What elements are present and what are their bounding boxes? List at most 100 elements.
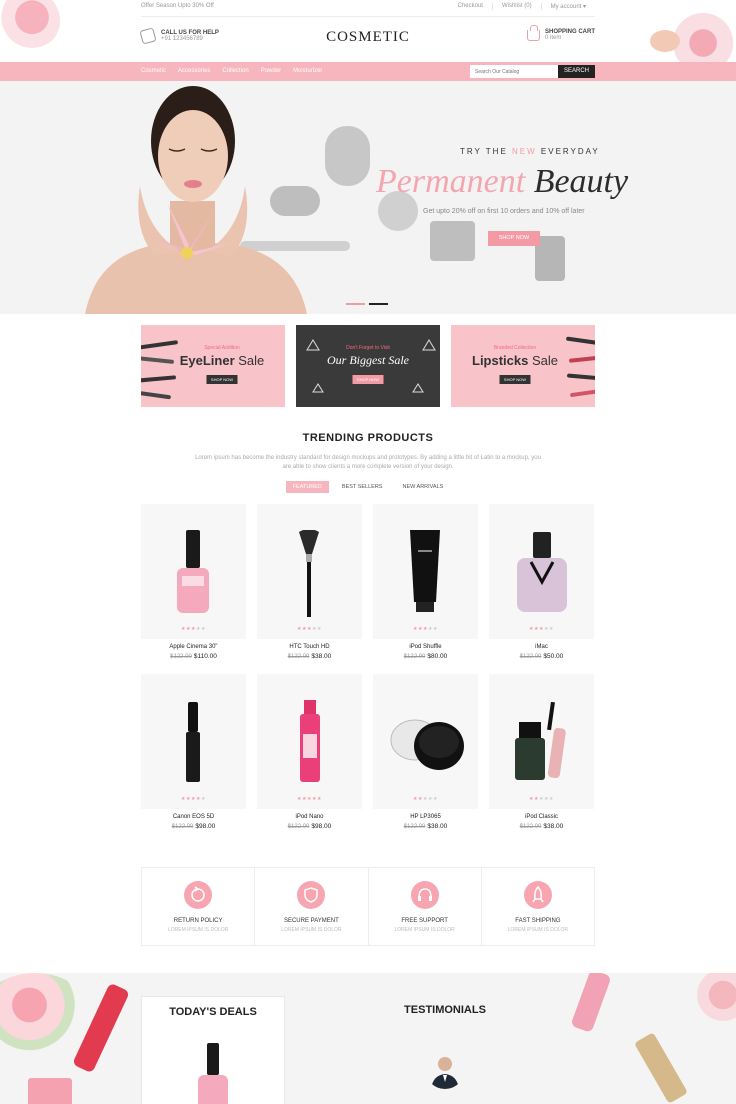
product-image[interactable]: ★★★★★ (257, 504, 362, 639)
tab-featured[interactable]: FEATURED (285, 481, 329, 493)
promo-banner-eyeliner[interactable]: Special Addition EyeLiner Sale SHOP NOW (141, 325, 285, 407)
banner-title-sale: Sale (238, 353, 265, 368)
header: CALL US FOR HELP +91 123456789 COSMETIC … (0, 17, 736, 62)
product-name[interactable]: HP LP3065 (373, 814, 478, 820)
product-image[interactable]: ★★★★★ (141, 504, 246, 639)
perfume-bottle-image (517, 532, 567, 612)
promo-banner-biggest-sale[interactable]: Don't Forget to Visit Our Biggest Sale S… (296, 325, 440, 407)
product-image[interactable]: ★★★★★ (489, 674, 594, 809)
product-card[interactable]: ★★★★★ Apple Cinema 30" $122.00 $110.00 (141, 504, 246, 660)
shopping-cart[interactable]: SHOPPING CART 0 item (527, 24, 595, 41)
old-price: $122.00 (287, 654, 310, 660)
eyeliner-decoration (141, 375, 177, 383)
triangle-decoration (412, 383, 424, 393)
my-account-link[interactable]: My account ▾ (540, 3, 595, 10)
product-price: $122.00 $98.00 (141, 823, 246, 830)
hero-kicker: TRY THE NEW EVERYDAY (460, 147, 600, 156)
tab-best-sellers[interactable]: BEST SELLERS (335, 481, 390, 493)
hero-model-image (85, 86, 307, 314)
product-tabs: FEATURED BEST SELLERS NEW ARRIVALS (0, 481, 736, 493)
product-name[interactable]: HTC Touch HD (257, 644, 362, 650)
product-name[interactable]: iPod Shuffle (373, 644, 478, 650)
brush-decoration-right (633, 1032, 689, 1104)
old-price: $122.00 (519, 654, 542, 660)
banner-kicker: Don't Forget to Visit (346, 345, 390, 351)
slider-dot[interactable] (346, 303, 365, 305)
product-image[interactable]: ★★★★★ (373, 504, 478, 639)
promo-banner-lipsticks[interactable]: Branded Collection Lipsticks Sale SHOP N… (451, 325, 595, 407)
todays-deals-title: TODAY'S DEALS (169, 1006, 257, 1018)
nav-item-collection[interactable]: Collection (222, 68, 248, 74)
product-name[interactable]: Apple Cinema 30" (141, 644, 246, 650)
feature-title: FREE SUPPORT (401, 918, 448, 924)
old-price: $122.00 (287, 824, 310, 830)
flower-decoration-bottom-right (690, 973, 736, 1028)
feature-free-support: FREE SUPPORT LOREM IPSUM IS DOLOR (367, 868, 481, 945)
hero-headline-b: Beauty (533, 163, 629, 200)
current-price: $110.00 (193, 653, 217, 660)
product-card[interactable]: ★★★★★ iPod Shuffle $122.00 $80.00 (373, 504, 478, 660)
banner-shop-now-button[interactable]: SHOP NOW (206, 375, 238, 384)
banner-title-sale: Sale (531, 353, 558, 368)
deal-nail-polish-image (198, 1043, 228, 1104)
nav-menu: Cosmetic Accessories Collection Powder M… (141, 68, 322, 74)
banner-title-main: Our Biggest (326, 353, 389, 367)
rating-stars: ★★★★★ (297, 796, 322, 802)
slider-dot-active[interactable] (369, 303, 388, 305)
product-card[interactable]: ★★★★★ HP LP3065 $122.00 $38.00 (373, 674, 478, 830)
current-price: $80.00 (427, 653, 448, 660)
rating-stars: ★★★★★ (181, 626, 206, 632)
product-price: $122.00 $110.00 (141, 653, 246, 660)
hero-kicker-pre: TRY THE (460, 147, 513, 156)
nav-item-cosmetic[interactable]: Cosmetic (141, 68, 166, 74)
search-input[interactable] (470, 65, 558, 78)
product-name[interactable]: iPod Nano (257, 814, 362, 820)
old-price: $122.00 (519, 824, 542, 830)
site-logo[interactable]: COSMETIC (0, 29, 736, 46)
rating-stars: ★★★★★ (529, 796, 554, 802)
hero-headline-a: Permanent (376, 163, 534, 200)
wishlist-link[interactable]: Wishlist (0) (491, 3, 541, 10)
headset-icon (410, 881, 439, 909)
hero-kicker-post: EVERYDAY (536, 147, 600, 156)
nav-item-accessories[interactable]: Accessories (178, 68, 210, 74)
banner-shop-now-button[interactable]: SHOP NOW (352, 375, 384, 384)
rating-stars: ★★★★★ (413, 796, 438, 802)
eyeliner-decoration (141, 390, 172, 400)
feature-subtitle: LOREM IPSUM IS DOLOR (507, 927, 569, 933)
cart-count: 0 item (545, 35, 562, 41)
product-card[interactable]: ★★★★★ iMac $122.00 $50.00 (489, 504, 594, 660)
triangle-decoration (312, 383, 324, 393)
product-image[interactable]: ★★★★★ (373, 674, 478, 809)
hero-headline: Permanent Beauty (376, 163, 628, 201)
product-card[interactable]: ★★★★★ iPod Classic $122.00 $38.00 (489, 674, 594, 830)
basket-icon (527, 24, 540, 41)
product-name[interactable]: iPod Classic (489, 814, 594, 820)
tab-new-arrivals[interactable]: NEW ARRIVALS (395, 481, 450, 493)
rating-stars: ★★★★★ (181, 796, 206, 802)
nav-item-powder[interactable]: Powder (261, 68, 281, 74)
nav-item-moisturizer[interactable]: Moisturizer (293, 68, 322, 74)
product-card[interactable]: ★★★★★ iPod Nano $122.00 $98.00 (257, 674, 362, 830)
product-image[interactable]: ★★★★★ (257, 674, 362, 809)
banner-title: Our Biggest Sale (296, 353, 440, 368)
rating-stars: ★★★★★ (297, 626, 322, 632)
product-image[interactable]: ★★★★★ (489, 504, 594, 639)
current-price: $98.00 (311, 823, 332, 830)
product-image[interactable]: ★★★★★ (141, 674, 246, 809)
current-price: $38.00 (311, 653, 332, 660)
hero-shop-now-button[interactable]: SHOP NOW (488, 231, 540, 246)
lipstick-decoration (569, 388, 595, 398)
search-button[interactable]: SEARCH (558, 65, 595, 78)
product-card[interactable]: ★★★★★ Canon EOS 5D $122.00 $98.00 (141, 674, 246, 830)
product-name[interactable]: Canon EOS 5D (141, 814, 246, 820)
top-bar: Offer Season Upto 30% Off Checkout Wishl… (0, 0, 736, 16)
banner-title: EyeLiner Sale (141, 353, 285, 368)
background-product (430, 221, 475, 261)
checkout-link[interactable]: Checkout (449, 3, 492, 10)
product-card[interactable]: ★★★★★ HTC Touch HD $122.00 $38.00 (257, 504, 362, 660)
old-price: $122.00 (403, 824, 426, 830)
banner-shop-now-button[interactable]: SHOP NOW (499, 375, 531, 384)
shield-icon (297, 881, 326, 909)
product-name[interactable]: iMac (489, 644, 594, 650)
